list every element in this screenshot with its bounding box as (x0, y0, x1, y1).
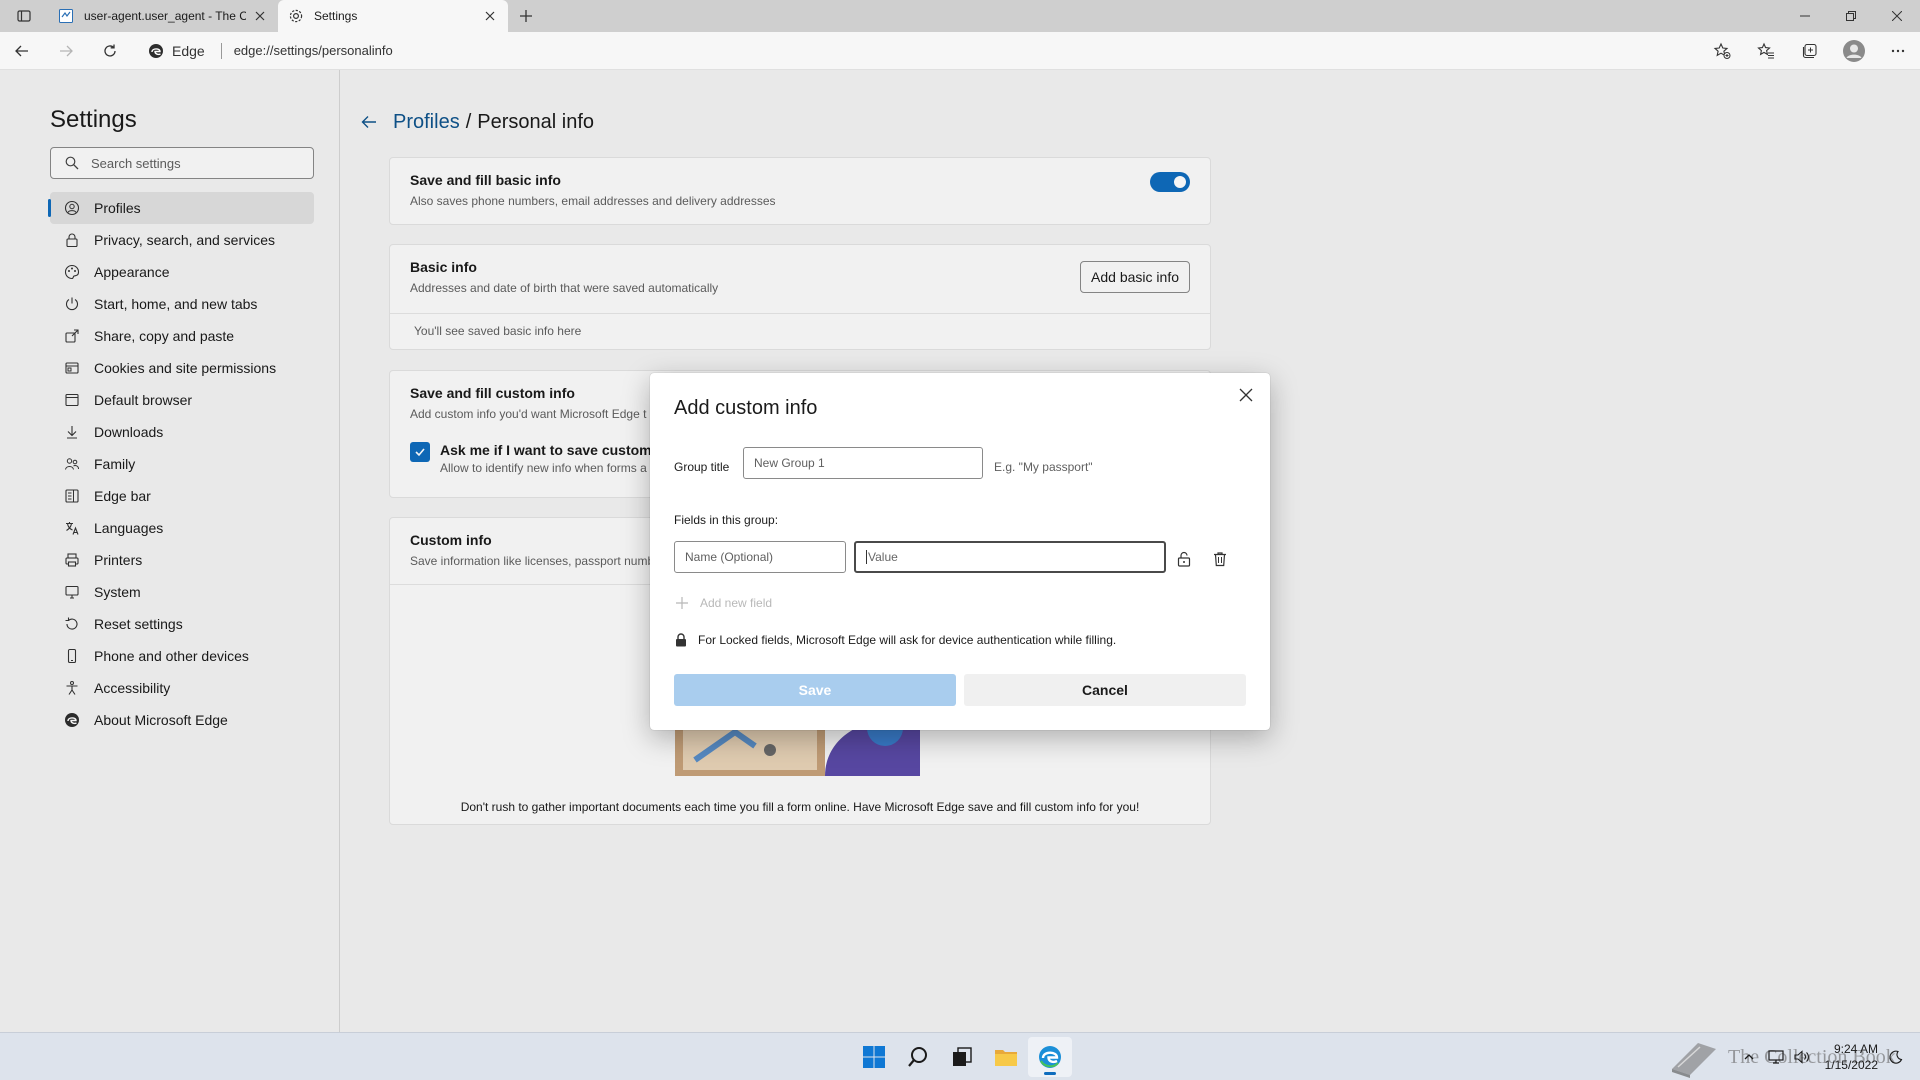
window-controls (1782, 0, 1920, 32)
restore-button[interactable] (1828, 0, 1874, 32)
tab-close-button[interactable] (252, 8, 268, 24)
minimize-button[interactable] (1782, 0, 1828, 32)
field-name-placeholder: Name (Optional) (685, 550, 774, 564)
volume-icon (1794, 1050, 1809, 1064)
tab-title: user-agent.user_agent - The Coll (84, 9, 246, 23)
field-value-input[interactable]: Value (854, 541, 1166, 573)
dialog-close-button[interactable] (1234, 383, 1258, 407)
site-label: Edge (172, 42, 205, 59)
profile-button[interactable] (1832, 35, 1876, 67)
field-name-input[interactable]: Name (Optional) (674, 541, 846, 573)
window-close-button[interactable] (1874, 0, 1920, 32)
arrow-left-icon (15, 45, 28, 56)
windows-logo-icon (863, 1046, 885, 1068)
book-logo-icon (1672, 1043, 1716, 1078)
unlock-icon (1177, 551, 1191, 567)
favorites-icon (1757, 42, 1774, 58)
notifications-button[interactable] (1886, 1050, 1906, 1064)
plus-icon (676, 597, 688, 609)
close-icon (255, 11, 265, 21)
dialog-title: Add custom info (674, 397, 818, 419)
text-caret (866, 550, 867, 564)
edge-logo-icon (149, 43, 163, 58)
back-button[interactable] (0, 35, 44, 67)
site-info[interactable]: Edge (138, 43, 215, 59)
edge-taskbar-button[interactable] (1028, 1037, 1072, 1077)
new-tab-button[interactable] (508, 0, 544, 32)
tab-settings[interactable]: Settings (278, 0, 508, 32)
moon-icon (1889, 1050, 1903, 1064)
cancel-button[interactable]: Cancel (964, 674, 1246, 706)
clock-date: 1/15/2022 (1824, 1058, 1878, 1072)
close-icon (485, 11, 495, 21)
title-bar: user-agent.user_agent - The Coll Setting… (0, 0, 1920, 32)
tab-title: Settings (314, 9, 358, 23)
address-bar[interactable]: Edge edge://settings/personalinfo (138, 36, 1694, 65)
star-add-icon (1713, 42, 1731, 59)
task-view-icon (953, 1047, 972, 1066)
plus-icon (520, 10, 532, 22)
refresh-button[interactable] (88, 35, 132, 67)
add-favorite-button[interactable] (1700, 35, 1744, 67)
close-icon (1239, 388, 1253, 402)
favorites-button[interactable] (1744, 35, 1788, 67)
collections-icon (1802, 43, 1817, 58)
group-title-placeholder: New Group 1 (754, 456, 825, 470)
note-text: For Locked fields, Microsoft Edge will a… (698, 633, 1117, 647)
tab-close-button[interactable] (482, 8, 498, 24)
more-button[interactable] (1876, 35, 1920, 67)
taskbar-search-button[interactable] (896, 1037, 940, 1077)
refresh-icon (104, 44, 116, 57)
taskbar-apps (852, 1037, 1072, 1077)
address-toolbar: Edge edge://settings/personalinfo (0, 32, 1920, 70)
field-value-placeholder: Value (868, 550, 898, 564)
system-tray: 9:24 AM 1/15/2022 (1735, 1033, 1906, 1080)
tray-overflow-button[interactable] (1735, 1051, 1763, 1063)
delete-field-button[interactable] (1208, 547, 1232, 571)
minimize-icon (1800, 15, 1810, 17)
clock[interactable]: 9:24 AM 1/15/2022 (1825, 1041, 1878, 1073)
folder-icon (995, 1050, 1017, 1066)
network-button[interactable] (1763, 1050, 1789, 1064)
search-icon (908, 1047, 927, 1067)
tab-actions-button[interactable] (0, 0, 48, 32)
add-new-field-label: Add new field (700, 596, 773, 610)
clock-time: 9:24 AM (1833, 1042, 1878, 1056)
group-title-hint: E.g. "My passport" (994, 460, 1093, 474)
tab-actions-icon (17, 10, 31, 22)
add-custom-info-dialog: Add custom info Group title New Group 1 … (650, 373, 1270, 730)
address-separator (220, 42, 222, 59)
start-button[interactable] (852, 1037, 896, 1077)
forward-button[interactable] (44, 35, 88, 67)
add-new-field-button[interactable]: Add new field (674, 595, 772, 611)
edge-logo-icon (1039, 1046, 1061, 1068)
avatar-icon (1843, 39, 1865, 62)
more-horizontal-icon (1891, 49, 1905, 52)
url-text[interactable]: edge://settings/personalinfo (228, 43, 393, 58)
gear-icon (289, 9, 303, 23)
collections-button[interactable] (1788, 35, 1832, 67)
task-view-button[interactable] (940, 1037, 984, 1077)
volume-button[interactable] (1789, 1050, 1815, 1064)
fields-label: Fields in this group: (674, 513, 779, 527)
document-favicon-icon (59, 9, 73, 23)
close-icon (1892, 11, 1902, 21)
file-explorer-button[interactable] (984, 1037, 1028, 1077)
lock-icon (676, 633, 686, 647)
tab-user-agent[interactable]: user-agent.user_agent - The Coll (48, 0, 278, 32)
network-icon (1768, 1050, 1784, 1064)
lock-field-button[interactable] (1172, 547, 1196, 571)
locked-fields-note: For Locked fields, Microsoft Edge will a… (674, 633, 1116, 647)
restore-icon (1846, 11, 1856, 21)
group-title-input[interactable]: New Group 1 (743, 447, 983, 479)
save-button[interactable]: Save (674, 674, 956, 706)
group-title-label: Group title (674, 460, 730, 474)
toolbar-right (1700, 35, 1920, 67)
trash-icon (1214, 552, 1226, 567)
chevron-up-icon (1744, 1054, 1754, 1060)
taskbar: The Collection Book 9:24 AM 1/15/2022 (0, 1032, 1920, 1080)
arrow-right-icon (60, 45, 73, 56)
